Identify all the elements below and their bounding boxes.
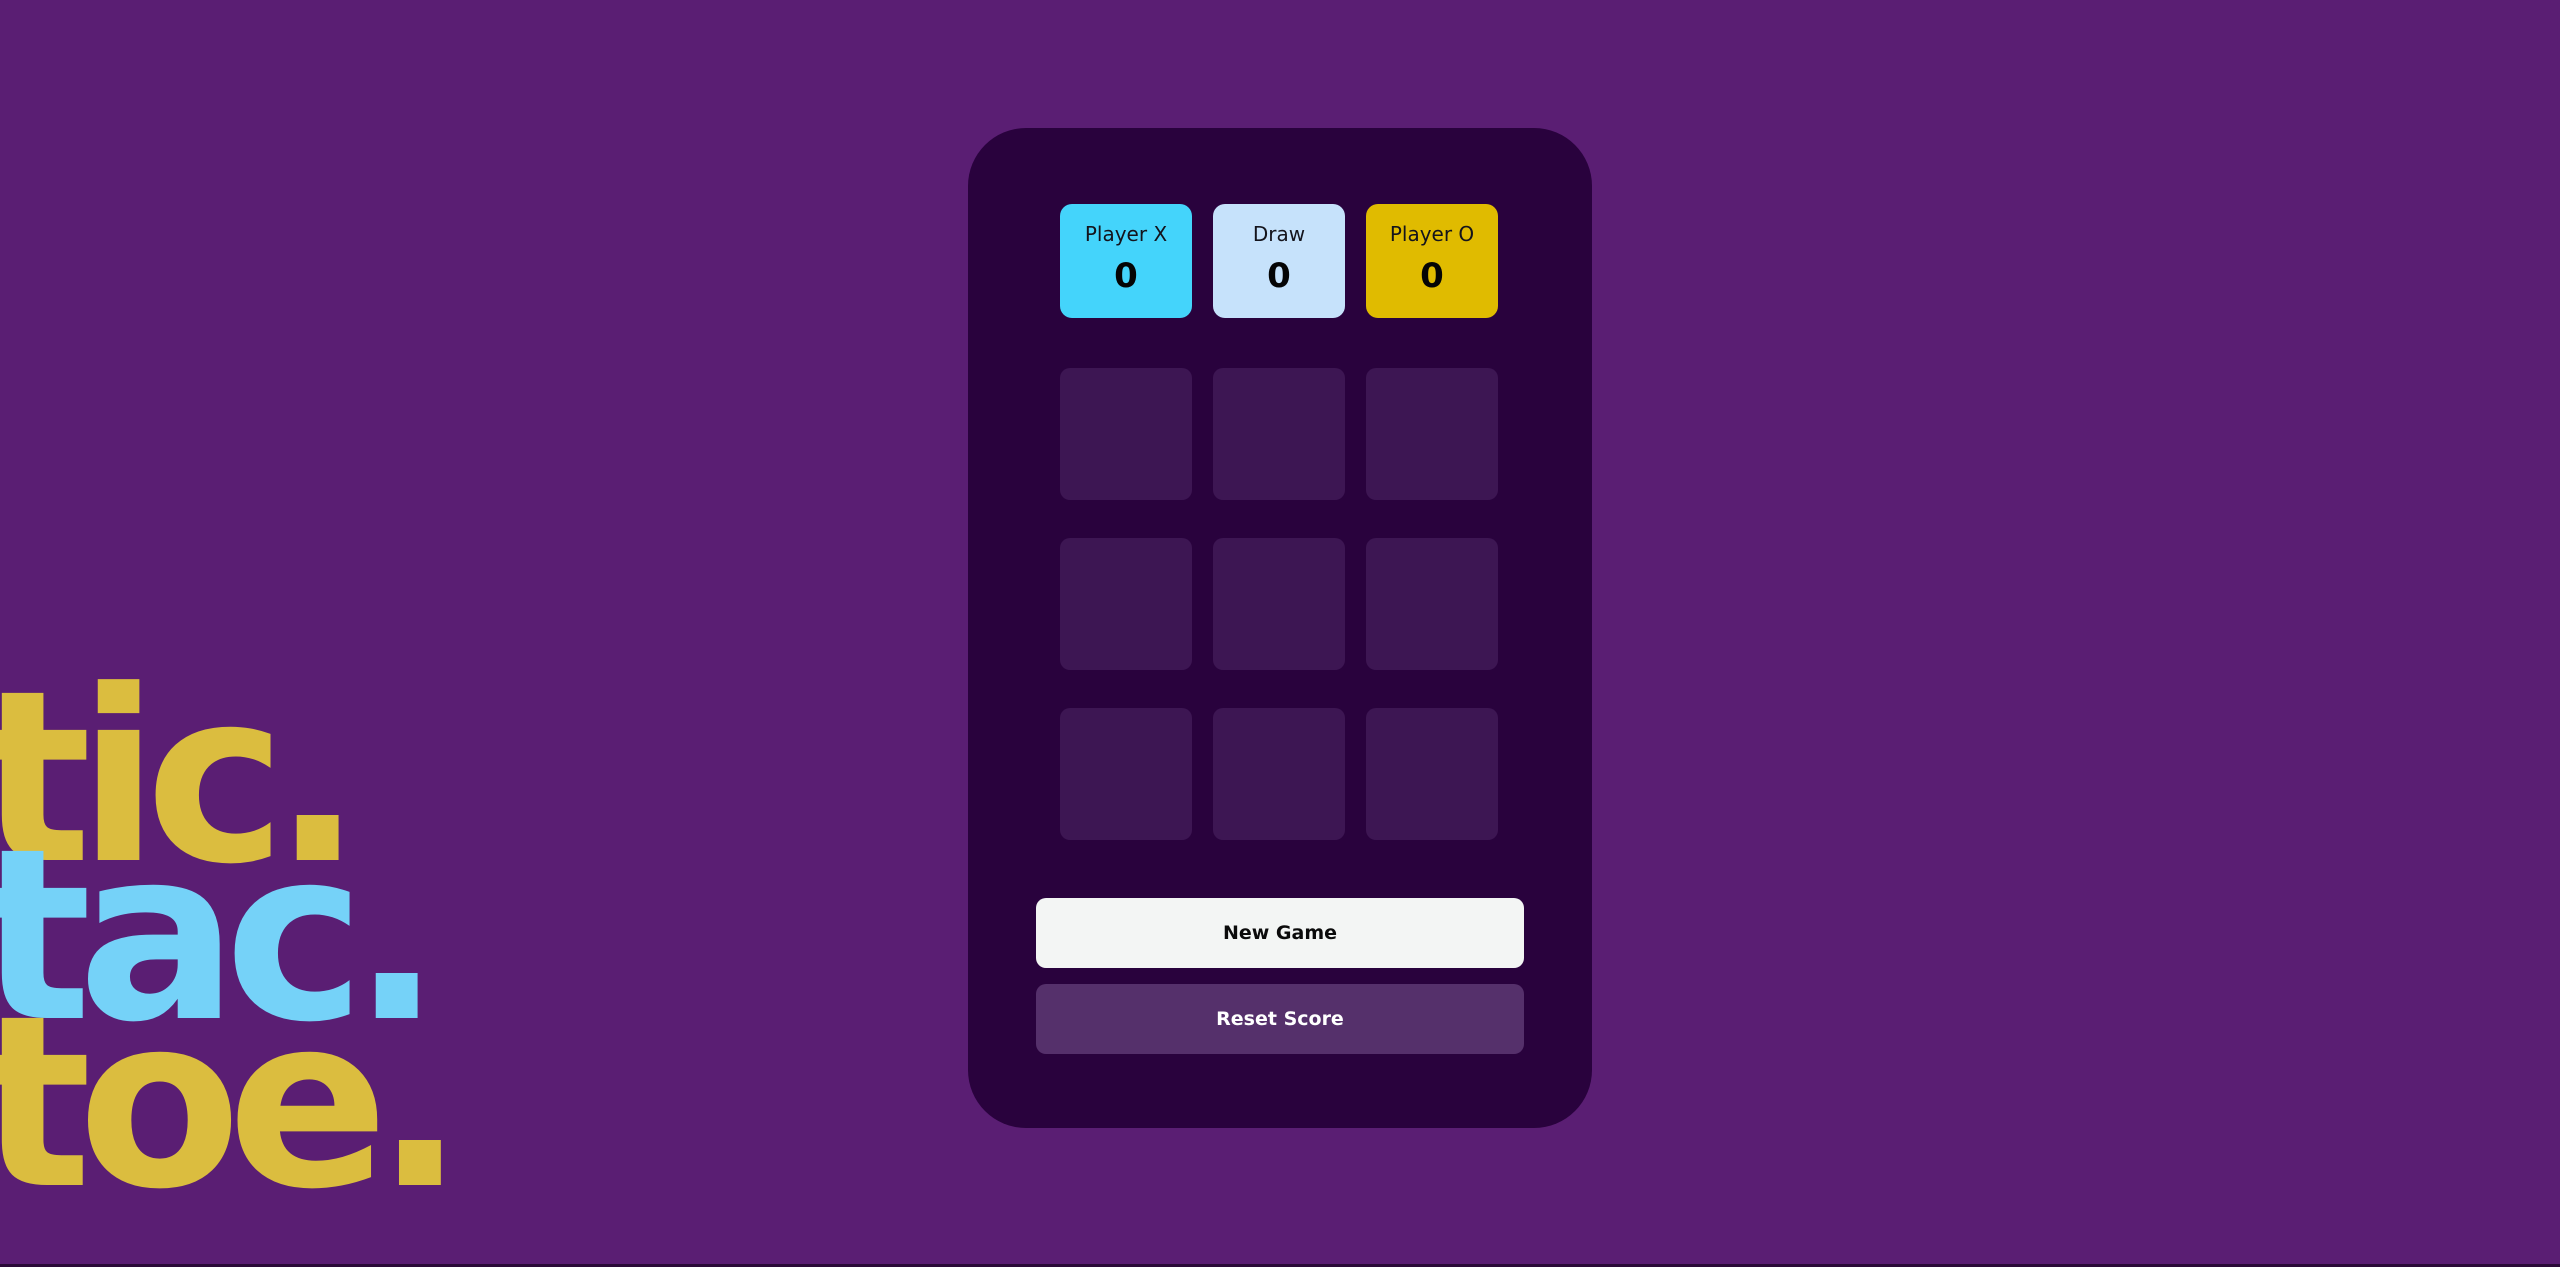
new-game-button[interactable]: New Game bbox=[1036, 898, 1524, 968]
scoreboard: Player X 0 Draw 0 Player O 0 bbox=[1060, 204, 1500, 318]
score-draw: Draw 0 bbox=[1213, 204, 1345, 318]
game-card: Player X 0 Draw 0 Player O 0 New Game Re… bbox=[968, 128, 1592, 1128]
board-cell-5[interactable] bbox=[1213, 538, 1345, 670]
reset-score-button[interactable]: Reset Score bbox=[1036, 984, 1524, 1054]
board-cell-8[interactable] bbox=[1213, 708, 1345, 840]
score-value-player-x: 0 bbox=[1114, 256, 1138, 296]
score-label-draw: Draw bbox=[1252, 222, 1306, 246]
board-cell-3[interactable] bbox=[1366, 368, 1498, 500]
score-label-player-x: Player X bbox=[1084, 222, 1168, 246]
board-cell-9[interactable] bbox=[1366, 708, 1498, 840]
board-cell-7[interactable] bbox=[1060, 708, 1192, 840]
score-value-draw: 0 bbox=[1267, 256, 1291, 296]
board-cell-6[interactable] bbox=[1366, 538, 1498, 670]
score-value-player-o: 0 bbox=[1420, 256, 1444, 296]
score-player-o: Player O 0 bbox=[1366, 204, 1498, 318]
logo-line-toe: toe. bbox=[0, 965, 465, 1242]
game-board bbox=[1060, 368, 1500, 840]
score-player-x: Player X 0 bbox=[1060, 204, 1192, 318]
board-cell-1[interactable] bbox=[1060, 368, 1192, 500]
board-cell-4[interactable] bbox=[1060, 538, 1192, 670]
board-cell-2[interactable] bbox=[1213, 368, 1345, 500]
score-label-player-o: Player O bbox=[1389, 222, 1475, 246]
tic-tac-toe-logo: tic. tac. toe. bbox=[0, 660, 598, 1267]
